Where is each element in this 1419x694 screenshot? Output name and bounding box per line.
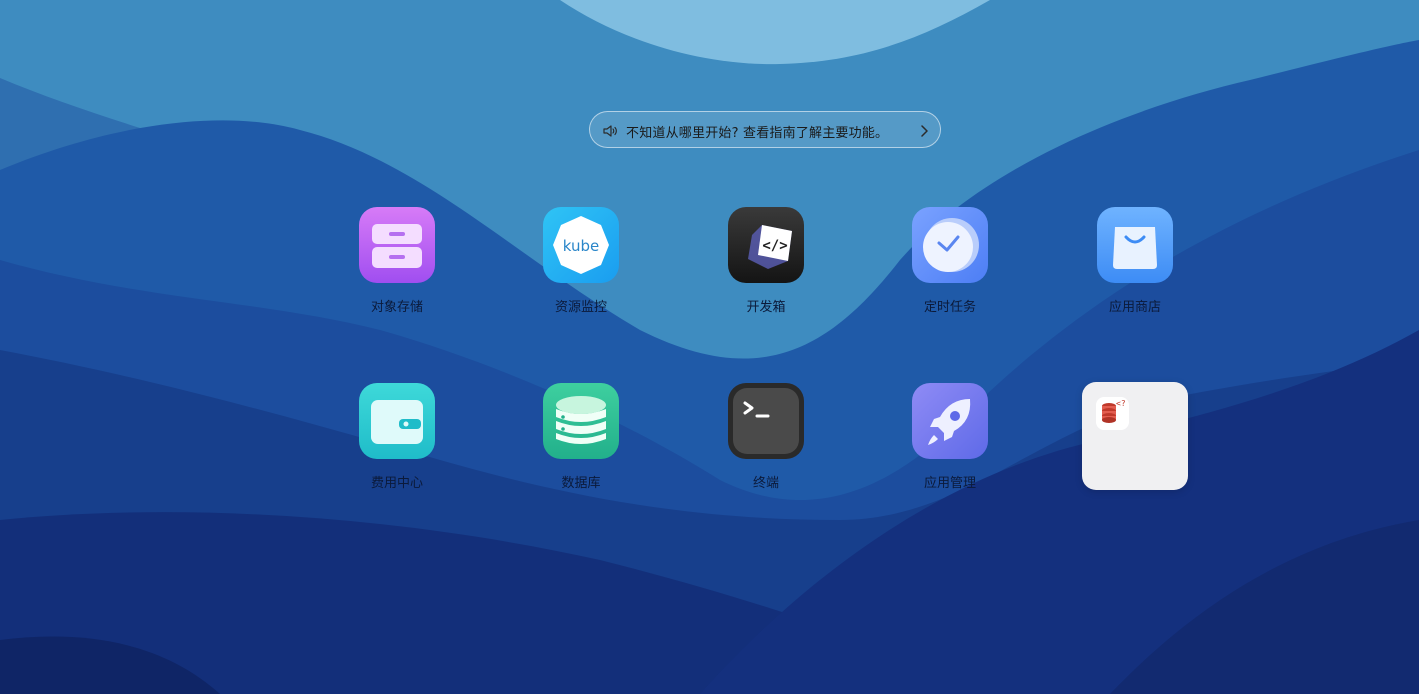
svg-text:kube: kube	[563, 237, 599, 255]
clock-icon	[912, 207, 988, 283]
app-label: 数据库	[561, 476, 601, 491]
guide-text: 不知道从哪里开始? 查看指南了解主要功能。	[626, 126, 889, 141]
app-label: 应用管理	[923, 476, 976, 491]
desktop-wallpaper	[0, 0, 1419, 694]
app-label: 费用中心	[370, 476, 423, 491]
app-app-management[interactable]: 应用管理	[890, 383, 1010, 493]
app-object-storage[interactable]: 对象存储	[337, 207, 457, 317]
wallet-icon	[359, 383, 435, 459]
chevron-right-icon[interactable]	[918, 124, 930, 138]
rocket-icon	[912, 383, 988, 459]
app-label: 开发箱	[746, 300, 786, 315]
terminal-icon	[728, 383, 804, 459]
app-label: 应用商店	[1108, 300, 1161, 315]
app-database[interactable]: 数据库	[521, 383, 641, 493]
database-icon	[543, 383, 619, 459]
shopping-bag-icon	[1097, 207, 1173, 283]
app-label: 对象存储	[370, 300, 423, 315]
app-label: 终端	[752, 476, 779, 491]
app-app-store[interactable]: 应用商店	[1075, 207, 1195, 317]
app-label: 资源监控	[554, 300, 607, 315]
app-devbox[interactable]: </> 开发箱	[706, 207, 826, 317]
app-resource-monitor[interactable]: kube 资源监控	[521, 207, 641, 317]
database-code-icon: <?	[1096, 397, 1129, 430]
svg-text:<?: <?	[1116, 399, 1126, 408]
guide-banner[interactable]: 不知道从哪里开始? 查看指南了解主要功能。	[589, 111, 941, 148]
app-billing-center[interactable]: 费用中心	[337, 383, 457, 493]
app-label: 定时任务	[923, 300, 976, 315]
app-preview-popup[interactable]: <?	[1082, 382, 1188, 490]
object-storage-icon	[359, 207, 435, 283]
devbox-icon: </>	[728, 207, 804, 283]
speaker-icon	[603, 125, 617, 137]
kube-monitor-icon: kube	[543, 207, 619, 283]
svg-text:</>: </>	[762, 238, 787, 254]
app-terminal[interactable]: 终端	[706, 383, 826, 493]
app-scheduled-tasks[interactable]: 定时任务	[890, 207, 1010, 317]
